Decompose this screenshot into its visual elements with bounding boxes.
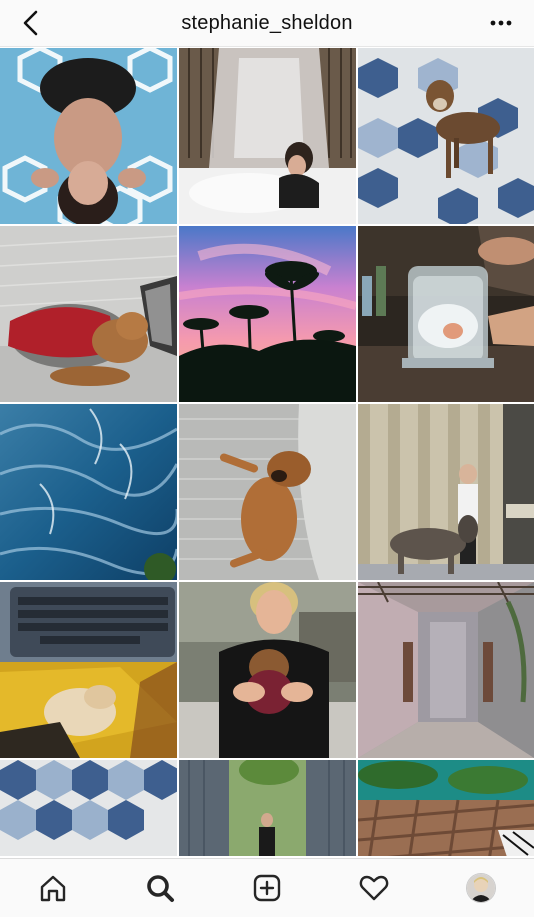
photo-tile[interactable] — [0, 582, 177, 758]
photo-tile[interactable] — [358, 48, 534, 224]
photo-hexagon-tile-floor — [0, 760, 177, 856]
photo-tile[interactable] — [0, 48, 177, 224]
tab-profile[interactable] — [451, 863, 511, 913]
photo-woman-lying-on-blue-tiles — [0, 48, 177, 224]
profile-username: stephanie_sheldon — [181, 11, 353, 34]
photo-tile[interactable] — [0, 404, 177, 580]
photo-tile[interactable] — [179, 760, 356, 856]
home-icon — [41, 875, 66, 902]
photo-tile[interactable] — [358, 582, 534, 758]
photo-woman-in-bed-with-canopy — [179, 48, 356, 224]
photo-tile[interactable] — [358, 760, 534, 856]
search-icon — [147, 875, 175, 902]
bottom-tab-bar — [0, 858, 534, 917]
more-options-button[interactable] — [484, 10, 518, 36]
photo-cocktail-in-glass-jar — [358, 226, 534, 402]
top-nav-bar: stephanie_sheldon — [0, 0, 534, 47]
more-horizontal-icon — [490, 20, 512, 26]
tab-home[interactable] — [23, 863, 83, 913]
photo-tile[interactable] — [0, 226, 177, 402]
photo-person-in-wooden-doorway — [179, 760, 356, 856]
photo-tile[interactable] — [179, 582, 356, 758]
photo-woman-with-donkey — [358, 404, 534, 580]
profile-avatar-image — [466, 874, 495, 902]
photo-tile[interactable] — [0, 760, 177, 856]
photo-dog-sleeping-in-red-sweater — [0, 226, 177, 402]
heart-icon — [359, 875, 389, 901]
tab-activity[interactable] — [344, 863, 404, 913]
photo-smiling-woman-holding-puppy — [179, 582, 356, 758]
photo-tile[interactable] — [179, 404, 356, 580]
photo-ocean-water-texture — [0, 404, 177, 580]
photo-tile[interactable] — [179, 226, 356, 402]
photo-tile[interactable] — [358, 226, 534, 402]
plus-square-icon — [253, 874, 281, 902]
photo-tile[interactable] — [179, 48, 356, 224]
avatar — [465, 873, 496, 903]
photo-tile[interactable] — [358, 404, 534, 580]
photo-puppy-standing-on-patterned-tiles — [358, 48, 534, 224]
photo-concrete-corridor — [358, 582, 534, 758]
photo-palm-trees-at-pink-sunset — [179, 226, 356, 402]
photo-keyboard-and-puppy-on-yellow — [0, 582, 177, 758]
tab-new-post[interactable] — [237, 863, 297, 913]
photo-puppy-lying-on-pillow — [179, 404, 356, 580]
photo-grid — [0, 48, 534, 856]
tab-search[interactable] — [130, 863, 190, 913]
photo-wooden-deck-with-palms — [358, 760, 534, 856]
